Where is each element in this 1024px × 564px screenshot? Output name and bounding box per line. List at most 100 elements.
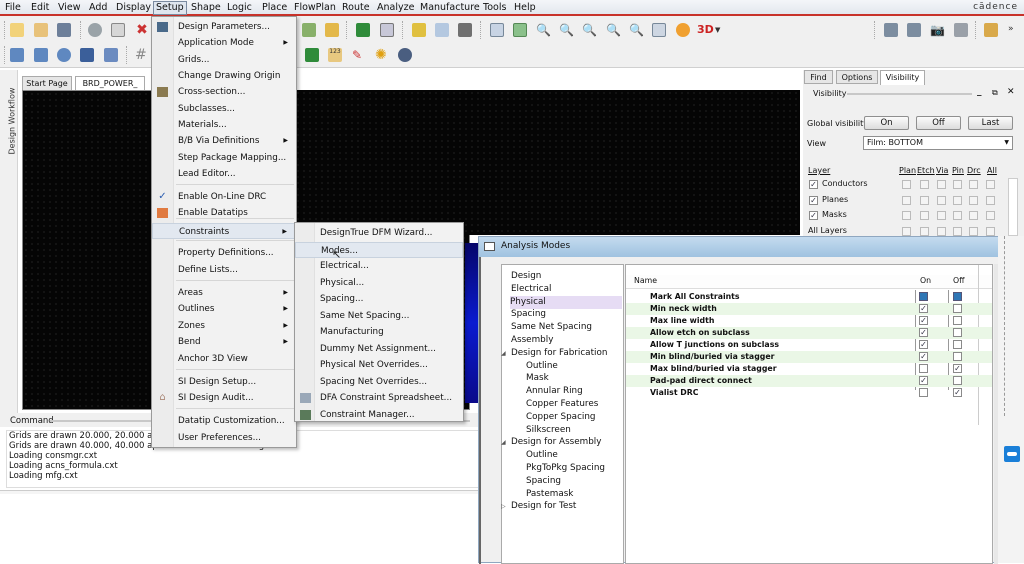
- new-file-icon[interactable]: [10, 23, 24, 37]
- layer-visibility-checkbox[interactable]: [937, 226, 946, 236]
- layer-visibility-checkbox[interactable]: [969, 226, 978, 236]
- layer-visibility-checkbox[interactable]: [986, 226, 995, 236]
- setup-menu-item-b-b-via-definitions[interactable]: B/B Via Definitions ▶: [152, 133, 296, 149]
- setup-menu-item-lead-editor[interactable]: Lead Editor...: [152, 166, 296, 182]
- book-icon[interactable]: [884, 23, 898, 37]
- visibility-off-button[interactable]: Off: [916, 116, 961, 130]
- visibility-on-button[interactable]: On: [864, 116, 909, 130]
- zoom-window-icon[interactable]: 🔍: [559, 23, 574, 37]
- constraints-menu-item-constraint-manager[interactable]: Constraint Manager...: [295, 407, 463, 423]
- ui-icon[interactable]: [380, 23, 394, 37]
- copy-icon[interactable]: [111, 23, 125, 37]
- setup-menu-item-design-parameters[interactable]: Design Parameters...: [152, 19, 296, 35]
- on-checkbox[interactable]: ✓: [919, 376, 928, 385]
- setup-menu-item-constraints[interactable]: Constraints ▶: [152, 223, 296, 239]
- layer-checkbox-masks[interactable]: ✓: [809, 211, 818, 220]
- tree-node-design-for-fabrication[interactable]: Design for Fabrication: [511, 347, 611, 360]
- text-add-icon[interactable]: [302, 23, 316, 37]
- off-checkbox[interactable]: [953, 304, 962, 313]
- off-checkbox[interactable]: [953, 376, 962, 385]
- tree-node-pastemask[interactable]: Pastemask: [526, 488, 577, 501]
- menu-display[interactable]: Display: [114, 2, 153, 15]
- layer-visibility-checkbox[interactable]: [986, 180, 995, 189]
- setup-menu-item-subclasses[interactable]: Subclasses...: [152, 101, 296, 117]
- layer-scrollbar[interactable]: [1008, 178, 1018, 236]
- wrench-icon[interactable]: [907, 23, 921, 37]
- tree-node-copper-features[interactable]: Copper Features: [526, 398, 602, 411]
- open-folder-icon[interactable]: [34, 23, 48, 37]
- setup-menu-item-zones[interactable]: Zones ▶: [152, 318, 296, 334]
- setup-menu-item-enable-on-line-drc[interactable]: Enable On-Line DRC ✓: [152, 189, 296, 205]
- rectangle-icon[interactable]: [34, 48, 48, 62]
- layer-visibility-checkbox[interactable]: [937, 195, 946, 205]
- layer-visibility-checkbox[interactable]: [953, 211, 962, 220]
- windows-icon[interactable]: [984, 23, 998, 37]
- menu-shape[interactable]: Shape: [189, 2, 223, 15]
- off-checkbox[interactable]: [953, 316, 962, 325]
- tree-node-electrical[interactable]: Electrical: [511, 283, 555, 296]
- layer-visibility-checkbox[interactable]: [937, 180, 946, 189]
- float-icon[interactable]: ⧉: [992, 88, 998, 98]
- menu-add[interactable]: Add: [87, 2, 109, 15]
- menu-file[interactable]: File: [3, 2, 23, 15]
- camera-icon[interactable]: 📷: [930, 23, 945, 37]
- binary-icon[interactable]: [954, 23, 968, 37]
- layer-visibility-checkbox[interactable]: [986, 211, 995, 220]
- menu-analyze[interactable]: Analyze: [375, 2, 416, 15]
- 3d-view-icon[interactable]: 3D: [697, 23, 714, 37]
- constraints-menu-item-physical-net-overrides[interactable]: Physical Net Overrides...: [295, 357, 463, 373]
- menu-logic[interactable]: Logic: [225, 2, 254, 15]
- on-checkbox[interactable]: [919, 364, 928, 373]
- shape-add-icon[interactable]: [10, 48, 24, 62]
- tree-node-spacing[interactable]: Spacing: [511, 308, 550, 321]
- setup-menu-item-si-design-audit[interactable]: SI Design Audit... ⌂: [152, 390, 296, 406]
- on-checkbox[interactable]: [919, 292, 928, 301]
- setup-menu-item-define-lists[interactable]: Define Lists...: [152, 262, 296, 278]
- bomb-icon[interactable]: [398, 48, 412, 62]
- chevron-down-icon[interactable]: ▼: [715, 23, 729, 37]
- off-checkbox[interactable]: [953, 352, 962, 361]
- tree-node-mask[interactable]: Mask: [526, 372, 553, 385]
- minimize-icon[interactable]: _: [977, 87, 982, 97]
- layer-checkbox-conductors[interactable]: ✓: [809, 180, 818, 189]
- setup-menu-item-application-mode[interactable]: Application Mode ▶: [152, 35, 296, 51]
- tree-node-outline[interactable]: Outline: [526, 449, 562, 462]
- setup-menu-item-change-drawing-origin[interactable]: Change Drawing Origin: [152, 68, 296, 84]
- tree-node-design[interactable]: Design: [511, 270, 545, 283]
- menu-edit[interactable]: Edit: [29, 2, 51, 15]
- setup-menu-item-user-preferences[interactable]: User Preferences...: [152, 430, 296, 446]
- text-edit-icon[interactable]: [325, 23, 339, 37]
- design-canvas-right[interactable]: [295, 90, 800, 235]
- setup-menu-item-property-definitions[interactable]: Property Definitions...: [152, 245, 296, 261]
- layer-checkbox-planes[interactable]: ✓: [809, 195, 818, 205]
- constraints-menu-item-modes[interactable]: Modes...: [295, 241, 463, 258]
- setup-menu-item-si-design-setup[interactable]: SI Design Setup...: [152, 374, 296, 390]
- select-icon[interactable]: [80, 48, 94, 62]
- layer-visibility-checkbox[interactable]: [953, 226, 962, 236]
- on-checkbox[interactable]: [919, 388, 928, 397]
- layer-visibility-checkbox[interactable]: [902, 211, 911, 220]
- setup-menu-item-datatip-customization[interactable]: Datatip Customization...: [152, 413, 296, 429]
- layer-visibility-checkbox[interactable]: [902, 180, 911, 189]
- menu-route[interactable]: Route: [340, 2, 372, 15]
- tune-icon[interactable]: [458, 23, 472, 37]
- tree-node-same-net-spacing[interactable]: Same Net Spacing: [511, 321, 596, 334]
- menu-tools[interactable]: Tools: [481, 2, 508, 15]
- constraints-menu-item-same-net-spacing[interactable]: Same Net Spacing...: [295, 308, 463, 324]
- layer-visibility-checkbox[interactable]: [953, 180, 962, 189]
- layer-visibility-checkbox[interactable]: [920, 226, 929, 236]
- redraw-icon[interactable]: [676, 23, 690, 37]
- setup-menu-item-anchor-3d-view[interactable]: Anchor 3D View: [152, 351, 296, 367]
- setup-menu-item-grids[interactable]: Grids...: [152, 52, 296, 68]
- scroll-track[interactable]: [1004, 236, 1014, 416]
- constraints-menu-item-manufacturing[interactable]: Manufacturing: [295, 324, 463, 340]
- delete-icon[interactable]: ✖: [135, 23, 149, 37]
- off-checkbox[interactable]: [953, 328, 962, 337]
- setup-menu-item-outlines[interactable]: Outlines ▶: [152, 301, 296, 317]
- tab-visibility[interactable]: Visibility: [880, 70, 925, 85]
- tree-node-annular-ring[interactable]: Annular Ring: [526, 385, 587, 398]
- zoom-fit-icon[interactable]: 🔍: [536, 23, 551, 37]
- tab-options[interactable]: Options: [836, 70, 878, 84]
- setup-menu-item-bend[interactable]: Bend ▶: [152, 334, 296, 350]
- off-checkbox[interactable]: [953, 340, 962, 349]
